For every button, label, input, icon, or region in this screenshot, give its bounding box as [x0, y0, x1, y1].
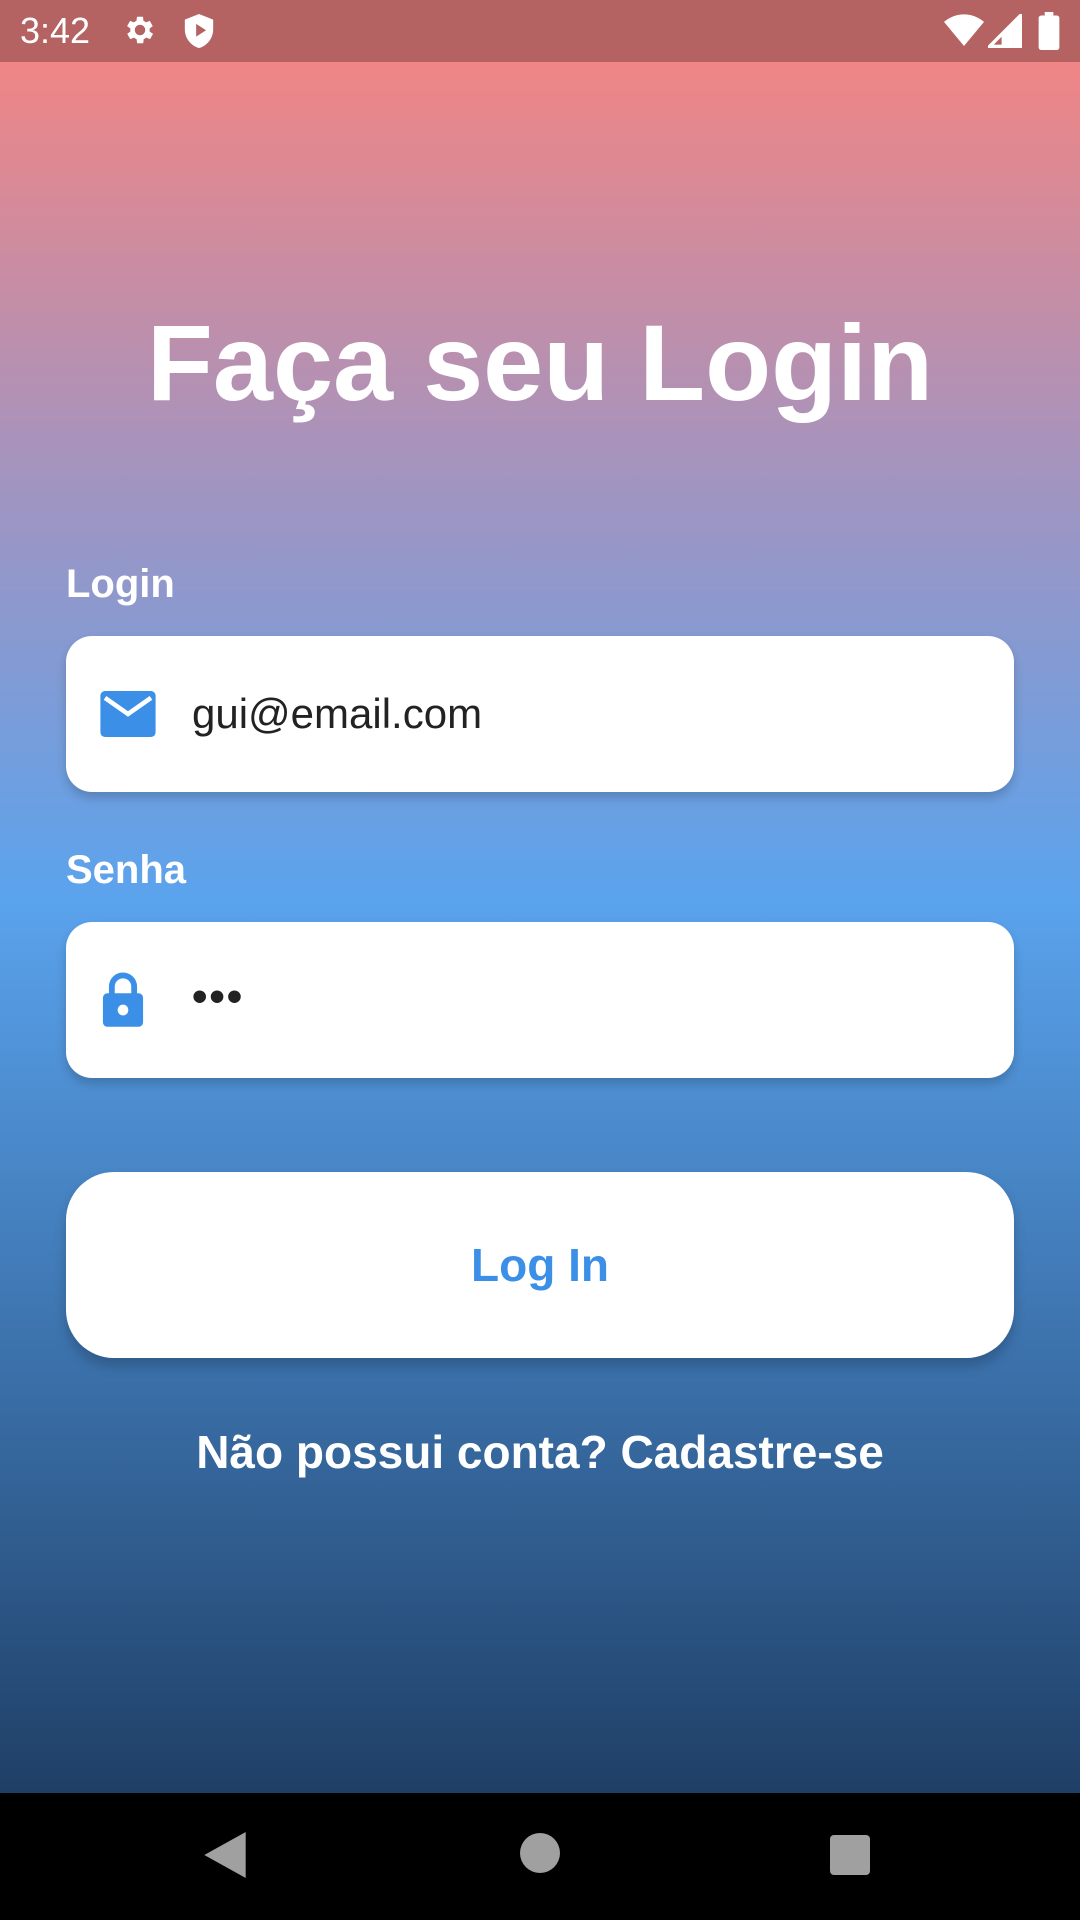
signup-line: Não possui conta? Cadastre-se — [0, 1425, 1080, 1479]
mail-icon — [100, 691, 156, 737]
login-button-label: Log In — [471, 1239, 609, 1291]
navigation-bar — [0, 1793, 1080, 1920]
login-screen: 3:42 Faça seu Login Login gui@email.com — [0, 0, 1080, 1920]
login-input-value[interactable]: gui@email.com — [192, 690, 482, 738]
battery-icon — [1038, 12, 1060, 50]
login-label: Login — [66, 562, 175, 606]
page-title: Faça seu Login — [146, 302, 934, 423]
password-input-value[interactable]: ••• — [192, 972, 244, 1022]
wifi-icon — [944, 14, 984, 47]
password-label: Senha — [66, 848, 187, 892]
status-time: 3:42 — [20, 10, 91, 51]
settings-icon — [127, 16, 154, 44]
password-field[interactable]: ••• — [66, 922, 1014, 1078]
login-field[interactable]: gui@email.com — [66, 636, 1014, 792]
back-icon[interactable] — [202, 1829, 248, 1881]
signup-prompt: Não possui conta? — [196, 1426, 621, 1478]
signal-icon — [988, 14, 1022, 48]
home-icon[interactable] — [520, 1833, 560, 1873]
login-button[interactable]: Log In — [66, 1172, 1014, 1358]
status-bar: 3:42 — [0, 0, 1080, 62]
recents-icon[interactable] — [830, 1835, 870, 1875]
signup-link[interactable]: Cadastre-se — [620, 1426, 883, 1478]
lock-icon — [102, 972, 144, 1027]
shield-icon — [184, 14, 214, 48]
